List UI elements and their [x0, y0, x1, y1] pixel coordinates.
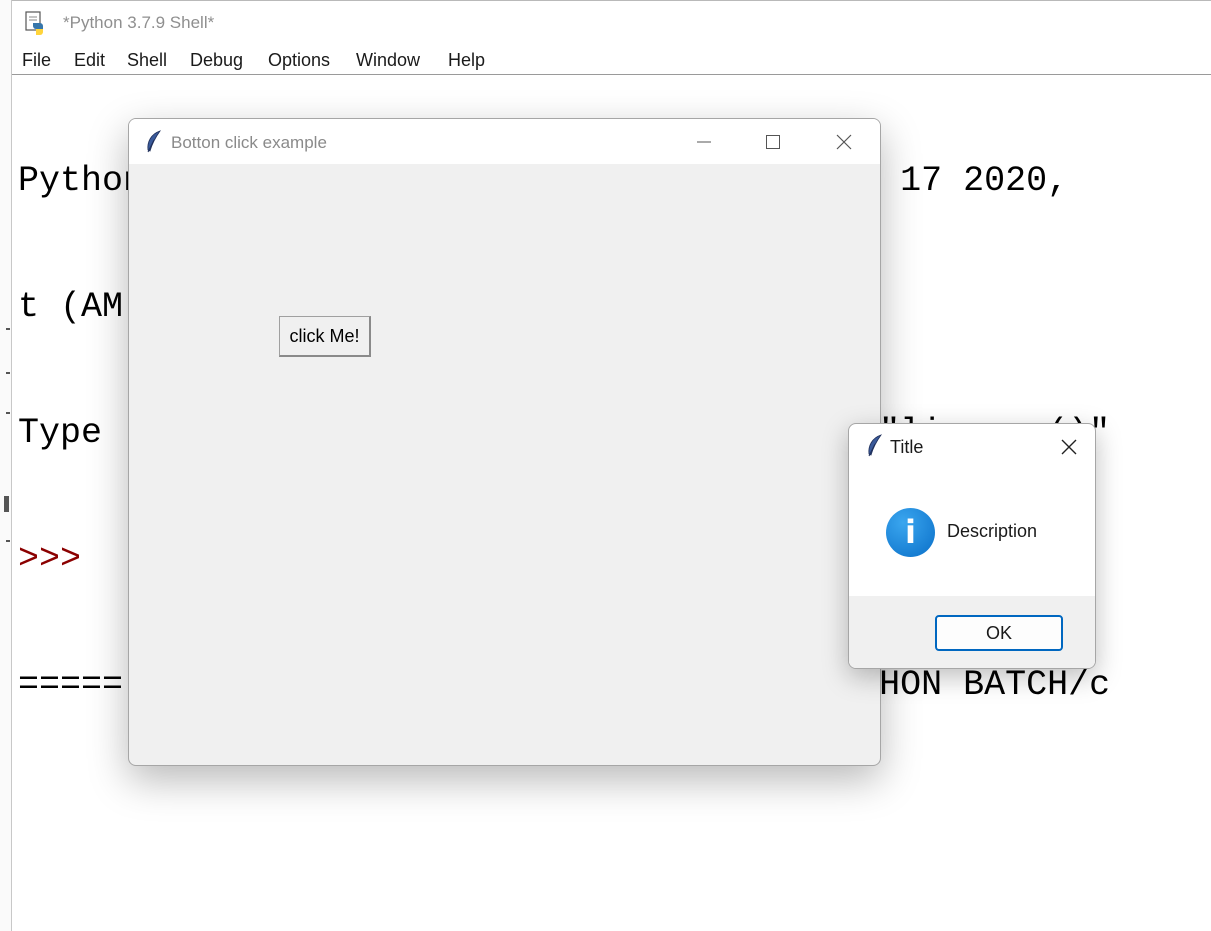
dialog-close-button[interactable]: [1053, 434, 1085, 460]
menu-file[interactable]: File: [22, 50, 51, 71]
close-icon: [1061, 439, 1077, 455]
click-me-button[interactable]: click Me!: [279, 316, 371, 357]
dialog-title: Title: [890, 437, 924, 457]
ok-button[interactable]: OK: [935, 615, 1063, 651]
window-title: *Python 3.7.9 Shell*: [63, 13, 215, 32]
tk-feather-icon: [868, 434, 883, 457]
edge-mark: [6, 412, 10, 414]
dialog-footer: OK: [849, 596, 1095, 668]
background-window-edge: [0, 0, 12, 931]
edge-mark: [6, 328, 10, 330]
menu-options[interactable]: Options: [268, 50, 330, 71]
minimize-icon: [697, 141, 711, 143]
edge-mark: [6, 540, 10, 542]
close-button[interactable]: [821, 128, 867, 156]
menu-bar: File Edit Shell Debug Options Window Hel…: [12, 46, 1211, 74]
tk-window: Botton click example click Me!: [128, 118, 881, 766]
menu-edit[interactable]: Edit: [74, 50, 105, 71]
menu-shell[interactable]: Shell: [127, 50, 167, 71]
menu-help[interactable]: Help: [448, 50, 485, 71]
maximize-icon: [766, 135, 780, 149]
maximize-button[interactable]: [750, 128, 796, 156]
message-dialog: Title i Description OK: [848, 423, 1096, 669]
dialog-message: Description: [947, 521, 1038, 541]
edge-mark: [6, 372, 10, 374]
menu-divider: [12, 74, 1211, 75]
info-icon: i: [886, 508, 935, 557]
menu-window[interactable]: Window: [356, 50, 420, 71]
edge-mark: [4, 496, 9, 512]
tk-titlebar[interactable]: Botton click example: [129, 119, 880, 164]
tk-feather-icon: [147, 130, 162, 153]
menu-debug[interactable]: Debug: [190, 50, 243, 71]
close-icon: [836, 134, 852, 150]
shell-titlebar: *Python 3.7.9 Shell*: [12, 0, 1211, 45]
minimize-button[interactable]: [681, 128, 727, 156]
python-idle-icon: [25, 11, 43, 35]
tk-window-title: Botton click example: [171, 133, 327, 152]
